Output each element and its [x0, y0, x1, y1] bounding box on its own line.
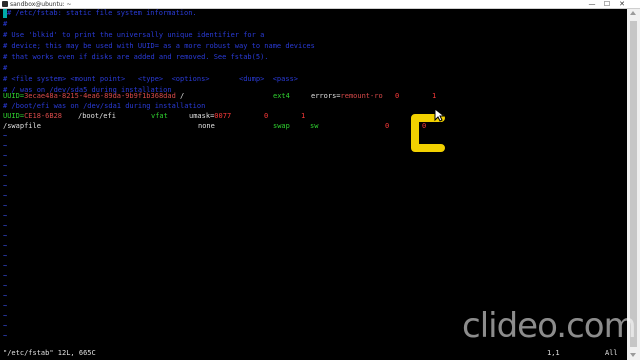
empty-line-tilde: ~ [3, 332, 8, 340]
vim-status-file: "/etc/fstab" 12L, 665C [3, 349, 96, 357]
fstab-entry-swap: /swapfile [3, 122, 41, 130]
watermark-logo: clideo.com [462, 306, 637, 346]
fstab-comment-line: # [3, 20, 8, 28]
fstab-entry-swap-mount: none [198, 122, 215, 130]
scrollbar-thumb[interactable] [630, 21, 637, 347]
fstab-comment-line: # that works even if disks are added and… [3, 53, 269, 61]
terminal-app-icon [2, 1, 8, 7]
fstab-entry-swap-type: swap [273, 122, 290, 130]
fstab-entry-root-dump: 0 [395, 92, 400, 100]
vim-scroll-indicator: All [605, 349, 618, 357]
fstab-entry-root-type: ext4 [273, 92, 290, 100]
fstab-entry-efi-dump: 0 [264, 112, 269, 120]
fstab-entry-swap-options: sw [310, 122, 319, 130]
fstab-entry-swap-dump: 0 [385, 122, 390, 130]
fstab-comment-line: # Use 'blkid' to print the universally u… [3, 31, 265, 39]
maximize-button[interactable]: ☐ [600, 0, 614, 9]
vim-cursor-position: 1,1 [547, 349, 560, 357]
minimize-button[interactable]: — [585, 0, 599, 9]
fstab-comment-line: # [3, 64, 8, 72]
fstab-entry-root-options: errors=remount-ro [311, 92, 383, 100]
fstab-entry-efi-type: vfat [151, 112, 168, 120]
fstab-entry-efi-mount: /boot/efi [78, 112, 116, 120]
scroll-down-icon[interactable] [630, 353, 636, 357]
fstab-comment-line: # /etc/fstab: static file system informa… [3, 8, 197, 19]
close-button[interactable]: ✕ [615, 0, 629, 9]
fstab-comment-line: # device; this may be used with UUID= as… [3, 42, 315, 50]
scroll-up-icon[interactable] [630, 11, 636, 15]
fstab-comment-line: # <file system> <mount point> <type> <op… [3, 75, 299, 83]
fstab-entry-root-pass: 1 [432, 92, 437, 100]
mouse-pointer-icon [434, 108, 446, 122]
fstab-entry-efi-pass: 1 [301, 112, 306, 120]
